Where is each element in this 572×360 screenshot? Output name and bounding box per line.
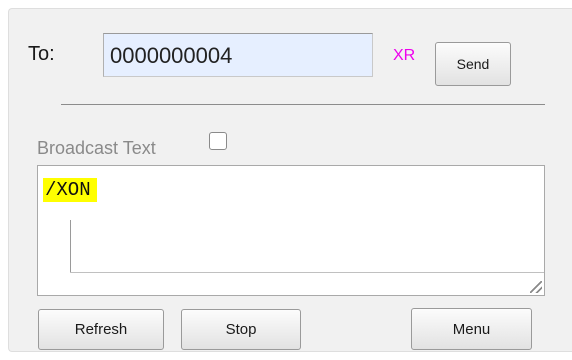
send-button[interactable]: Send xyxy=(435,42,511,86)
to-input[interactable] xyxy=(103,33,373,77)
menu-button[interactable]: Menu xyxy=(411,308,532,350)
inner-box-bottom-edge xyxy=(70,272,544,273)
message-textarea[interactable]: /XON xyxy=(37,165,545,296)
to-label: To: xyxy=(28,43,55,65)
resize-grip-icon[interactable] xyxy=(530,281,542,293)
stop-button[interactable]: Stop xyxy=(181,309,301,350)
refresh-button[interactable]: Refresh xyxy=(38,309,164,350)
message-text: /XON xyxy=(43,178,97,202)
broadcast-text-checkbox[interactable] xyxy=(209,132,227,150)
xr-label: XR xyxy=(393,47,416,64)
divider xyxy=(61,104,545,105)
send-panel: To: XR Send Broadcast Text /XON Refresh … xyxy=(8,8,572,352)
inner-box-left-edge xyxy=(70,220,71,272)
broadcast-text-label: Broadcast Text xyxy=(37,138,156,158)
